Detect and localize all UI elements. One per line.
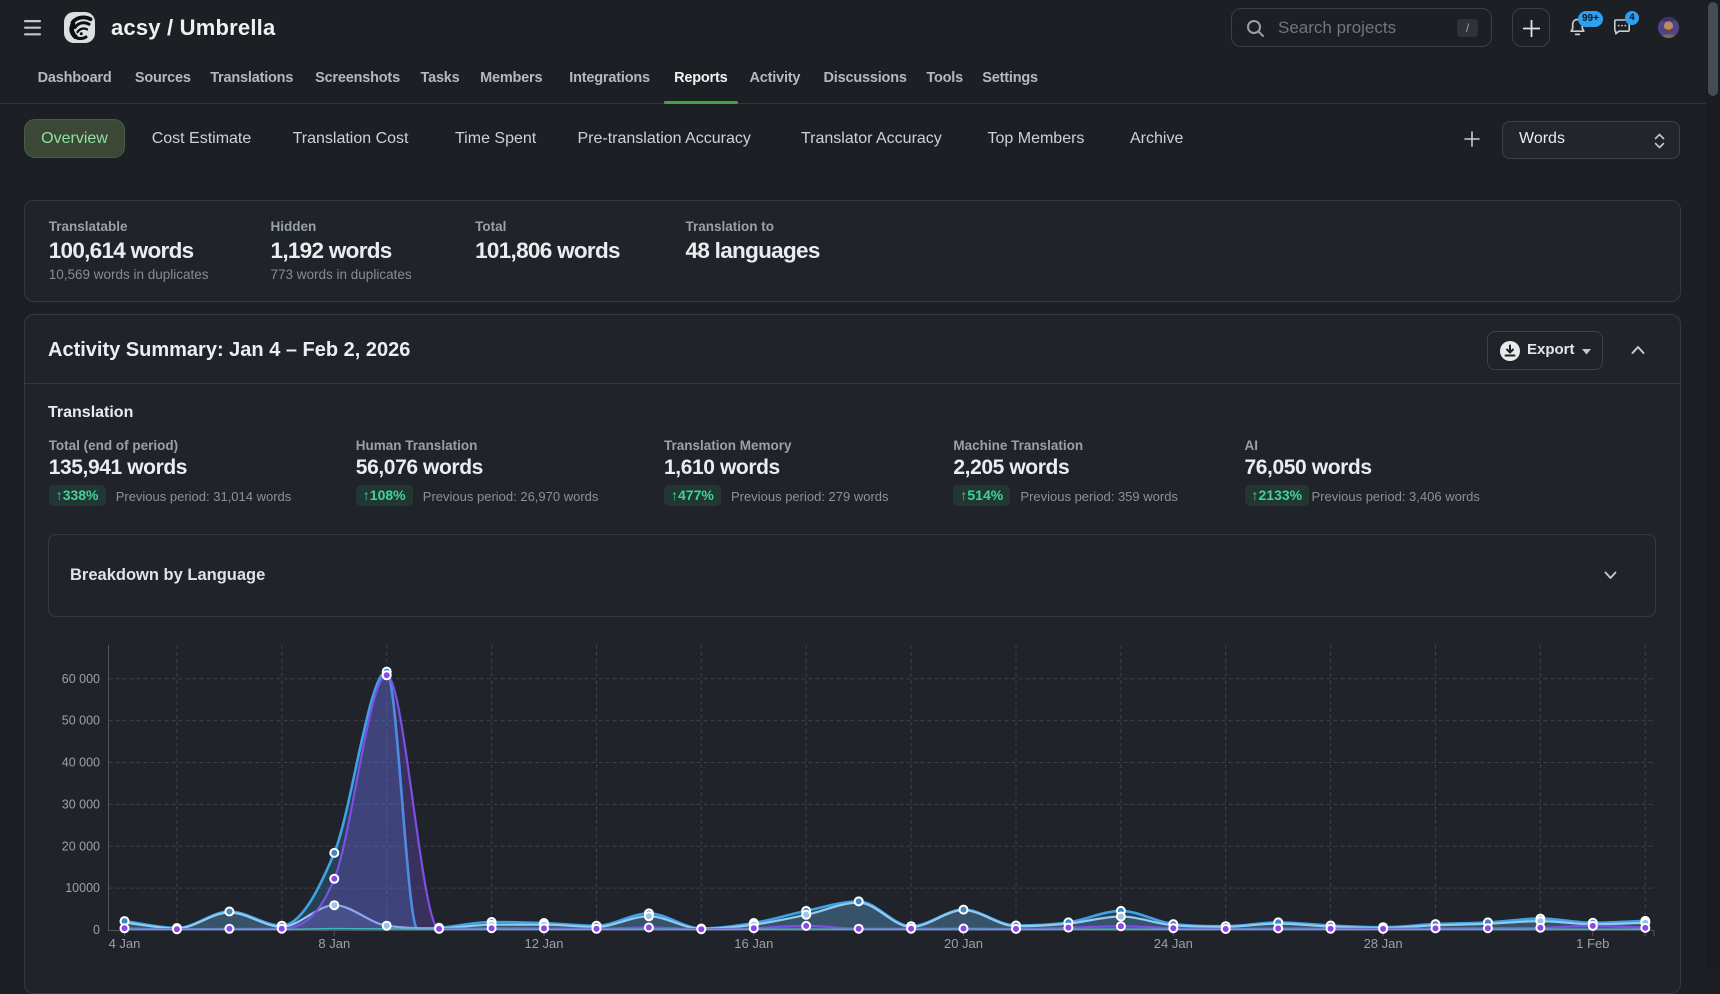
svg-text:20 Jan: 20 Jan <box>944 936 983 951</box>
svg-text:12 Jan: 12 Jan <box>524 936 563 951</box>
svg-text:24 Jan: 24 Jan <box>1154 936 1193 951</box>
svg-text:20 000: 20 000 <box>62 839 100 853</box>
svg-text:28 Jan: 28 Jan <box>1364 936 1403 951</box>
svg-text:4 Jan: 4 Jan <box>109 936 141 951</box>
svg-text:0: 0 <box>93 923 100 937</box>
svg-text:40 000: 40 000 <box>62 756 100 770</box>
svg-text:1 Feb: 1 Feb <box>1576 936 1609 951</box>
svg-text:60 000: 60 000 <box>62 672 100 686</box>
svg-text:8 Jan: 8 Jan <box>318 936 350 951</box>
svg-text:16 Jan: 16 Jan <box>734 936 773 951</box>
svg-text:10000: 10000 <box>65 881 100 895</box>
svg-text:30 000: 30 000 <box>62 797 100 811</box>
svg-text:50 000: 50 000 <box>62 714 100 728</box>
